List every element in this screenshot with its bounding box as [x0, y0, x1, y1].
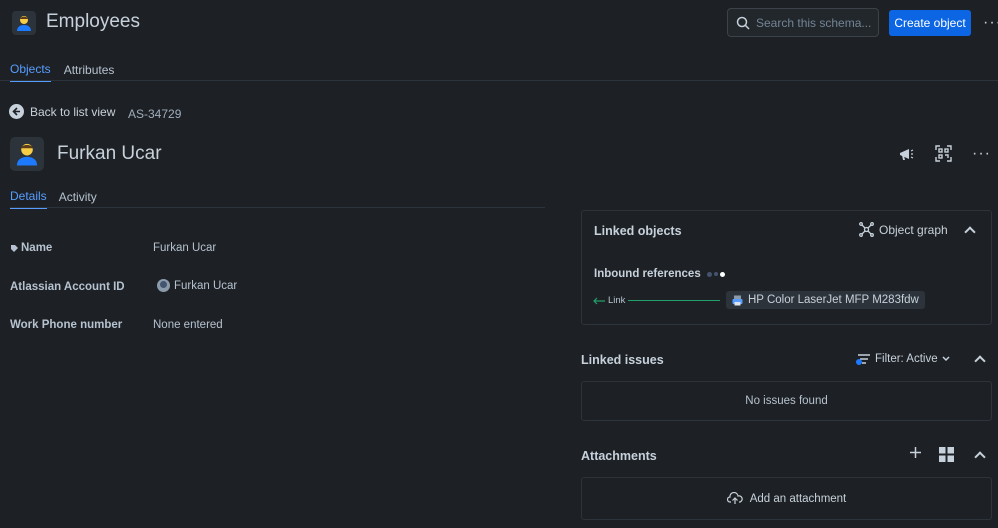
schema-icon: [12, 11, 36, 35]
add-attachment-icon[interactable]: [909, 446, 922, 462]
attribute-value-work-phone[interactable]: None entered: [153, 319, 223, 331]
reference-line: [628, 300, 720, 301]
attribute-label-account-id: Atlassian Account ID: [10, 281, 125, 293]
user-avatar: [157, 279, 170, 292]
linked-issues-empty: No issues found: [581, 381, 992, 421]
back-to-list-link[interactable]: Back to list view: [9, 104, 115, 119]
add-attachment-dropzone[interactable]: Add an attachment: [581, 477, 992, 520]
inbound-label: Inbound references: [594, 268, 701, 280]
linked-issues-title: Linked issues: [581, 353, 664, 367]
schema-tabs: Objects Attributes: [10, 62, 114, 82]
cloud-upload-icon: [726, 492, 743, 504]
grid-view-icon[interactable]: [939, 447, 954, 465]
qr-code-icon[interactable]: [935, 145, 952, 165]
attribute-value-name[interactable]: Furkan Ucar: [153, 242, 216, 254]
detail-tabs-divider: [10, 207, 545, 208]
detail-tabs: Details Activity: [10, 189, 97, 209]
attribute-value-account-id[interactable]: Furkan Ucar: [157, 279, 237, 292]
linked-objects-title: Linked objects: [594, 224, 682, 238]
back-label: Back to list view: [30, 104, 116, 119]
attribute-label-work-phone: Work Phone number: [10, 319, 123, 331]
tab-attributes[interactable]: Attributes: [64, 63, 115, 81]
arrow-left-icon: [9, 104, 24, 119]
printer-icon: [732, 295, 743, 305]
tab-activity[interactable]: Activity: [59, 190, 97, 208]
graph-icon: [859, 222, 874, 237]
linked-object-chip[interactable]: HP Color LaserJet MFP M283fdw: [726, 291, 925, 309]
filter-dropdown[interactable]: Filter: Active: [856, 353, 950, 365]
object-more-icon[interactable]: ···: [972, 145, 991, 163]
page-title: Employees: [46, 11, 140, 32]
object-avatar: [10, 137, 44, 171]
inbound-references-row: Inbound references: [594, 268, 725, 280]
tab-details[interactable]: Details: [10, 189, 47, 209]
attribute-label-name: Name: [10, 242, 52, 254]
object-key: AS-34729: [128, 107, 182, 121]
tab-objects[interactable]: Objects: [10, 62, 51, 82]
reference-link-label: Link: [593, 295, 625, 306]
label-tag-icon: [11, 244, 18, 252]
loading-dots-icon: [706, 271, 725, 277]
chevron-down-icon: [942, 356, 950, 362]
feedback-icon[interactable]: [898, 146, 914, 165]
collapse-linked-issues-icon[interactable]: [974, 355, 986, 367]
collapse-attachments-icon[interactable]: [974, 451, 986, 463]
search-icon: [736, 16, 750, 30]
search-input[interactable]: [756, 15, 876, 30]
object-graph-button[interactable]: Object graph: [859, 222, 948, 237]
create-object-button[interactable]: Create object: [889, 10, 971, 36]
tabs-divider: [0, 80, 998, 81]
attachments-title: Attachments: [581, 449, 657, 463]
object-name: Furkan Ucar: [57, 143, 162, 164]
more-actions-icon[interactable]: ···: [983, 14, 998, 32]
arrow-left-icon: [593, 297, 605, 304]
search-box[interactable]: [727, 8, 879, 37]
filter-icon: [856, 353, 871, 365]
